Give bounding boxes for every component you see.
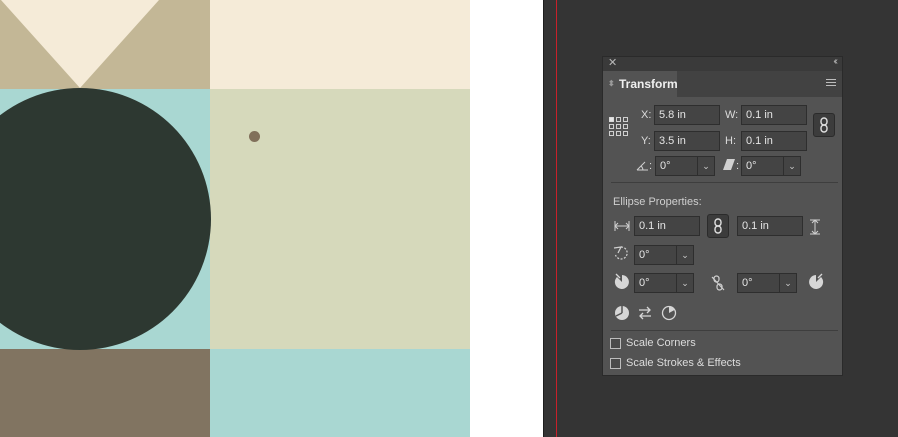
panel-tabbar: ⬍ Transform (603, 71, 842, 97)
artboard[interactable] (0, 0, 470, 437)
chevron-down-icon[interactable]: ⌄ (697, 157, 714, 175)
chevron-down-icon[interactable]: ⌄ (779, 274, 796, 292)
scale-corners-checkbox[interactable] (610, 338, 621, 349)
grip-icon: ⬍ (608, 79, 615, 88)
h-input[interactable]: 0.1 in (741, 131, 807, 151)
rotate-select[interactable]: 0° ⌄ (655, 156, 715, 176)
shear-select[interactable]: 0° ⌄ (741, 156, 801, 176)
scale-strokes-checkbox[interactable] (610, 358, 621, 369)
y-label: Y: (641, 135, 651, 147)
y-input[interactable]: 3.5 in (654, 131, 720, 151)
link-icon (820, 117, 828, 133)
scale-strokes-label[interactable]: Scale Strokes & Effects (626, 357, 741, 369)
panel-titlebar[interactable]: ✕ ‹‹ (603, 56, 842, 71)
invert-pie-icon[interactable] (661, 305, 677, 321)
double-chevron-icon[interactable]: ‹‹ (833, 56, 837, 67)
ellipse-width-input[interactable]: 0.1 in (634, 216, 700, 236)
pie-start-value: 0° (639, 277, 650, 289)
w-label: W: (725, 109, 739, 121)
small-dot (249, 131, 260, 142)
ellipse-constrain-button[interactable] (707, 214, 729, 238)
ellipse-angle-value: 0° (639, 249, 650, 261)
red-guide[interactable] (556, 0, 557, 437)
rotate-value: 0° (660, 160, 671, 172)
shear-colon: : (736, 160, 740, 172)
h-label: H: (725, 135, 736, 147)
rotate-angle-icon (636, 161, 648, 171)
pie-start-icon (614, 273, 629, 289)
tab-transform[interactable]: ⬍ Transform (603, 71, 678, 97)
pie-start-select[interactable]: 0° ⌄ (634, 273, 694, 293)
divider (611, 330, 838, 331)
x-input[interactable]: 5.8 in (654, 105, 720, 125)
chevron-down-icon[interactable]: ⌄ (676, 274, 693, 292)
chevron-down-icon[interactable]: ⌄ (676, 246, 693, 264)
close-icon[interactable]: ✕ (608, 56, 617, 69)
transform-panel: ✕ ‹‹ ⬍ Transform X: 5.8 in W: 0.1 in Y: … (602, 56, 843, 376)
pie-icon[interactable] (614, 305, 630, 321)
pie-end-value: 0° (742, 277, 753, 289)
shear-value: 0° (746, 160, 757, 172)
constrain-proportions-button[interactable] (813, 113, 835, 137)
dark-circle[interactable] (0, 0, 470, 437)
ellipse-height-icon (810, 219, 820, 235)
pasteboard-white (470, 0, 543, 437)
tab-label: Transform (619, 77, 678, 91)
chevron-down-icon[interactable]: ⌄ (783, 157, 800, 175)
pie-end-select[interactable]: 0° ⌄ (737, 273, 797, 293)
ellipse-height-input[interactable]: 0.1 in (737, 216, 803, 236)
shear-icon (723, 159, 735, 170)
swap-icon[interactable] (638, 306, 652, 320)
ellipse-width-icon (614, 221, 630, 231)
divider (611, 182, 838, 183)
hamburger-menu-icon[interactable] (826, 79, 836, 87)
ellipse-properties-title: Ellipse Properties: (613, 196, 702, 208)
scale-corners-label[interactable]: Scale Corners (626, 337, 696, 349)
x-label: X: (641, 109, 652, 121)
constrain-pie-icon[interactable] (711, 275, 725, 291)
rotate-colon: : (649, 160, 653, 172)
pie-end-icon (809, 273, 824, 289)
ellipse-angle-icon (613, 246, 628, 260)
ellipse-angle-select[interactable]: 0° ⌄ (634, 245, 694, 265)
link-icon (714, 218, 722, 234)
w-input[interactable]: 0.1 in (741, 105, 807, 125)
reference-point-icon[interactable] (609, 117, 629, 137)
